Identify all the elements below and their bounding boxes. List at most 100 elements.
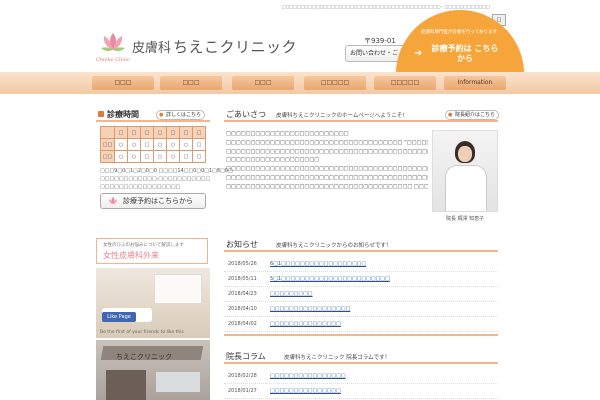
news-date: 2018/04/10: [228, 306, 257, 312]
nav-item-information[interactable]: Information: [444, 76, 506, 90]
column-date: 2018/02/28: [228, 373, 257, 379]
flower-icon: [109, 197, 117, 204]
hours-table-header-row: □ □ □ □ □ □ □: [100, 126, 206, 139]
clinic-name[interactable]: 皮膚科 ちえこクリニック: [132, 36, 297, 57]
clinic-building-photo: ちえこクリニック: [96, 340, 210, 400]
hours-details-button[interactable]: 詳しくはこちら: [156, 110, 206, 120]
hours-cell: ○: [114, 138, 128, 151]
hours-cell: ○: [153, 150, 167, 163]
hours-table-header-cell: □: [166, 126, 180, 139]
director-photo: [432, 130, 498, 212]
nav-item-5[interactable]: □□□□□: [374, 76, 436, 90]
greeting-subtitle: 皮膚科ちえこクリニックのホームページへようこそ!: [276, 113, 405, 119]
greeting-paragraph: □□□□□□□□□□□□□□□□□□□□□□□□□: [226, 131, 349, 137]
hours-cell: □: [192, 138, 206, 151]
hours-table-header-cell: □: [153, 126, 167, 139]
column-header: 院長コラム 皮膚科ちえこクリニック 院長コラムです！: [224, 350, 498, 364]
news-subtitle: 皮膚科ちえこクリニックからのお知らせです！: [276, 243, 392, 249]
greeting-paragraph: □□□□□□□□□□□□□□□□□□□□□□□□□□□□□□□□□□□□□□ □…: [226, 183, 428, 190]
clinic-logo-icon[interactable]: [98, 30, 128, 56]
hours-cell: □: [179, 150, 193, 163]
square-bullet-icon: [98, 111, 104, 117]
director-caption: 院長 梶澤 知恵子: [446, 216, 485, 222]
banner-title: 女性皮膚科外来: [103, 251, 159, 260]
hours-table-header-cell: □: [140, 126, 154, 139]
badge-note: 皮膚科専門医が診療を行っております: [420, 30, 498, 35]
hours-table-header-cell: [100, 126, 115, 139]
nav-item-3[interactable]: □□□: [232, 76, 294, 90]
facebook-like-button[interactable]: Like Page: [102, 312, 136, 322]
greeting-paragraph: □□□□□□□□□□□□□□□□□□□□□□□□□□□□□□□□□□□□□□□□…: [226, 166, 428, 173]
director-profile-button[interactable]: 院長紹介はこちら: [445, 110, 500, 120]
news-header: お知らせ 皮膚科ちえこクリニックからのお知らせです！: [224, 238, 498, 252]
news-date: 2018/05/11: [228, 276, 257, 282]
column-title: 院長コラム: [226, 352, 266, 361]
badge-reservation-text: 診療予約は こちらから: [431, 44, 499, 63]
hours-note: □□□□□□□□□□□□·□□□□□□□□□□□: [100, 176, 211, 182]
building-door: [106, 370, 146, 400]
greeting-title: ごあいさつ: [226, 110, 266, 119]
clinic-interior-photo: [96, 268, 210, 338]
column-link[interactable]: □□□□□□□□□□□□□□□□: [270, 373, 346, 379]
news-item: 2018/05/11 5□1□□□□□□□□□□□□□□□□□□□□□□□: [224, 272, 498, 287]
news-item: 2018/04/02 □□□□□□□□□□□□□□□: [224, 317, 498, 332]
photo-coat: [445, 165, 487, 211]
news-date: 2018/05/26: [228, 261, 257, 267]
hours-cell: ○: [179, 138, 193, 151]
column-subtitle: 皮膚科ちえこクリニック 院長コラムです！: [284, 355, 391, 361]
news-title: お知らせ: [226, 240, 258, 249]
hours-cell: □: [140, 138, 154, 151]
hours-cell: ○: [166, 150, 180, 163]
news-link[interactable]: □□□□□□□□□□□□□□□□□: [270, 306, 350, 312]
hours-cell: □: [192, 150, 206, 163]
column-link[interactable]: □□□□□□□□□□□□□□□: [270, 388, 341, 394]
news-item: 2018/05/26 6□1□□□□□□□□□□□□□□□□□□: [224, 257, 498, 272]
hours-cell: □: [140, 150, 154, 163]
banner-subtitle: 女性のひふのお悩みについて解説します: [103, 243, 184, 248]
photo-window: [154, 274, 202, 304]
news-item: 2018/04/23 □□□□□□□□□: [224, 287, 498, 302]
column-item: 2018/02/28 □□□□□□□□□□□□□□□□: [224, 369, 498, 384]
hours-table-row: □□ ○ ○ □ ○ ○ □ □: [100, 150, 206, 163]
arrow-right-icon: ➜: [414, 48, 423, 59]
nav-item-2[interactable]: □□□: [160, 76, 222, 90]
reservation-button-label: 診療予約はこちらから: [123, 197, 193, 205]
hours-table: □ □ □ □ □ □ □ □□ ○ ○ □ ○ ○ ○ □ □□ ○ ○ □ …: [100, 126, 206, 163]
hours-table-header-cell: □: [127, 126, 141, 139]
news-date: 2018/04/23: [228, 291, 257, 297]
hours-table-header-cell: □: [114, 126, 128, 139]
hours-table-row: □□ ○ ○ □ ○ ○ ○ □: [100, 138, 206, 151]
hours-cell: ○: [166, 138, 180, 151]
women-dermatology-banner[interactable]: 女性のひふのお悩みについて解説します 女性皮膚科外来: [96, 238, 208, 264]
news-link[interactable]: 5□1□□□□□□□□□□□□□□□□□□□□□□□: [270, 276, 390, 282]
column-date: 2018/01/27: [228, 388, 257, 394]
hours-note: □□□9□0□1□2□0□0 □□□□14□□0□0□1□8□0□: [100, 168, 233, 174]
reservation-button[interactable]: 診療予約はこちらから: [100, 193, 206, 209]
nav-item-1[interactable]: □□□: [92, 76, 154, 90]
global-nav: [0, 72, 600, 94]
hours-table-header-cell: □: [179, 126, 193, 139]
greeting-body: □□□□□□□□□□□□□□□□□□□□□□□□□ □□□□□□□□□□□□□□…: [226, 130, 428, 192]
hours-table-header-cell: □: [192, 126, 206, 139]
clinic-name-main: ちえこクリニック: [172, 38, 297, 56]
hours-note: □□□□□□□□□□□□□□□□□: [100, 184, 181, 190]
nav-item-4[interactable]: □□□□□: [304, 76, 366, 90]
greeting-paragraph: □□□□□□□□□□□□□□□□□□□□□□□□□□□□□□□□□□□□ “□□…: [226, 139, 428, 146]
hours-cell: ○: [114, 150, 128, 163]
hours-cell: ○: [153, 138, 167, 151]
building-window: [156, 372, 200, 392]
facebook-like-text: Be the first of your friends to like thi…: [100, 330, 184, 335]
section-divider: [224, 334, 498, 336]
hours-title: 診療時間: [107, 110, 139, 119]
building-sign: ちえこクリニック: [116, 353, 172, 361]
photo-face: [458, 146, 472, 162]
clinic-name-prefix: 皮膚科: [132, 41, 172, 56]
news-link[interactable]: □□□□□□□□□□□□□□□: [270, 321, 341, 327]
news-item: 2018/04/10 □□□□□□□□□□□□□□□□□: [224, 302, 498, 317]
news-link[interactable]: 6□1□□□□□□□□□□□□□□□□□□: [270, 261, 366, 267]
greeting-paragraph: □□□□□□□□□□□□□□□□□□□□□□□□□□□□□□□□□□□□□□□□…: [226, 174, 428, 181]
logo-subtitle: Chieko Clinic: [96, 57, 130, 63]
column-item: 2018/01/27 □□□□□□□□□□□□□□□: [224, 384, 498, 399]
hours-row-label: □□: [100, 138, 115, 151]
news-link[interactable]: □□□□□□□□□: [270, 291, 313, 297]
